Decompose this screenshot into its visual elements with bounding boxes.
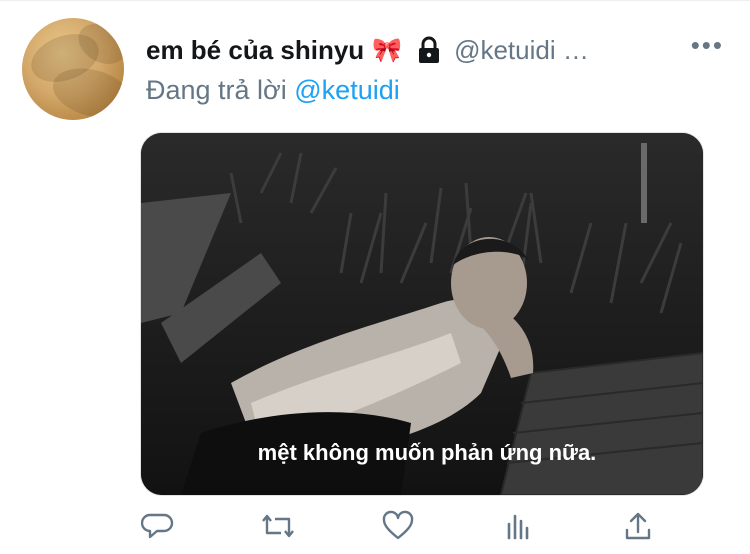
tweet-actions [138,508,658,548]
share-icon [622,510,654,547]
analytics-button[interactable] [498,508,538,548]
heart-icon [381,510,415,547]
retweet-icon [259,509,297,548]
lock-icon [416,35,442,65]
media-caption: mệt không muốn phản ứng nữa. [258,440,597,465]
tweet-header: em bé của shinyu 🎀 @ketuidi … ••• [146,30,736,70]
bar-chart-icon [502,510,534,547]
ribbon-emoji: 🎀 [372,36,403,64]
more-options-icon[interactable]: ••• [691,30,724,61]
avatar[interactable] [22,18,124,120]
top-divider [0,0,750,1]
replying-to-label: Đang trả lời [146,75,295,105]
like-button[interactable] [378,508,418,548]
replying-to: Đang trả lời @ketuidi [146,75,400,106]
share-button[interactable] [618,508,658,548]
reply-button[interactable] [138,508,178,548]
display-name[interactable]: em bé của shinyu [146,35,364,66]
reply-mention-link[interactable]: @ketuidi [294,75,399,105]
tweet-media[interactable]: mệt không muốn phản ứng nữa. [140,132,704,496]
table-graphic [499,351,703,495]
retweet-button[interactable] [258,508,298,548]
user-handle[interactable]: @ketuidi … [454,35,589,66]
speech-bubble-icon [140,509,175,548]
